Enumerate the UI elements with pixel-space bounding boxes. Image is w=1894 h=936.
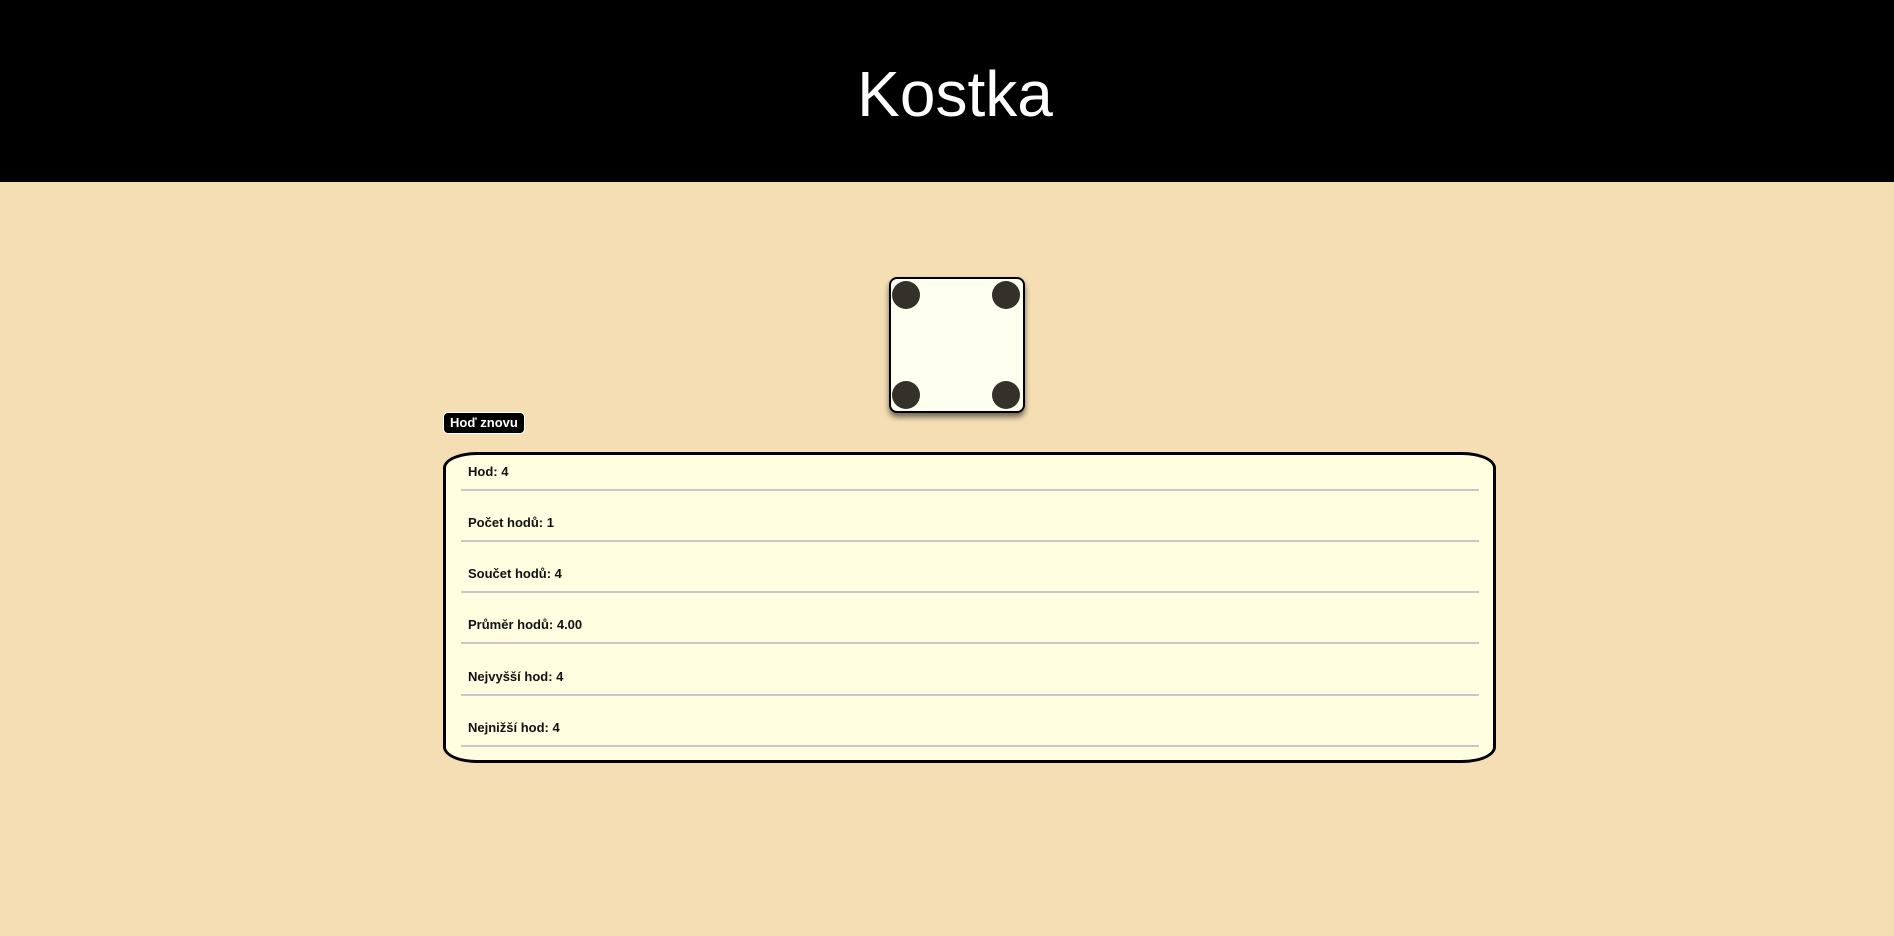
dice-face bbox=[889, 277, 1025, 413]
stat-row-roll-average: Průměr hodů: 4.00 bbox=[461, 611, 1479, 644]
page-header: Kostka bbox=[0, 0, 1894, 182]
pip-dot-icon bbox=[992, 281, 1020, 309]
stat-row-lowest-roll: Nejnižší hod: 4 bbox=[461, 714, 1479, 747]
stat-row-highest-roll: Nejvyšší hod: 4 bbox=[461, 663, 1479, 696]
pip-dot-icon bbox=[892, 281, 920, 309]
page-title: Kostka bbox=[857, 58, 1053, 130]
stats-panel: Hod: 4 Počet hodů: 1 Součet hodů: 4 Prům… bbox=[443, 452, 1496, 763]
stat-label: Nejnižší hod: 4 bbox=[468, 720, 560, 735]
stat-row-roll-sum: Součet hodů: 4 bbox=[461, 560, 1479, 593]
stat-row-roll: Hod: 4 bbox=[461, 458, 1479, 491]
stat-row-roll-count: Počet hodů: 1 bbox=[461, 509, 1479, 542]
stat-label: Nejvyšší hod: 4 bbox=[468, 669, 564, 684]
stat-label: Počet hodů: 1 bbox=[468, 515, 554, 530]
pip-dot-icon bbox=[992, 381, 1020, 409]
roll-again-button[interactable]: Hoď znovu bbox=[443, 412, 525, 434]
pip-dot-icon bbox=[892, 381, 920, 409]
stat-label: Hod: 4 bbox=[468, 464, 509, 479]
stat-label: Průměr hodů: 4.00 bbox=[468, 617, 583, 632]
stat-label: Součet hodů: 4 bbox=[468, 566, 562, 581]
